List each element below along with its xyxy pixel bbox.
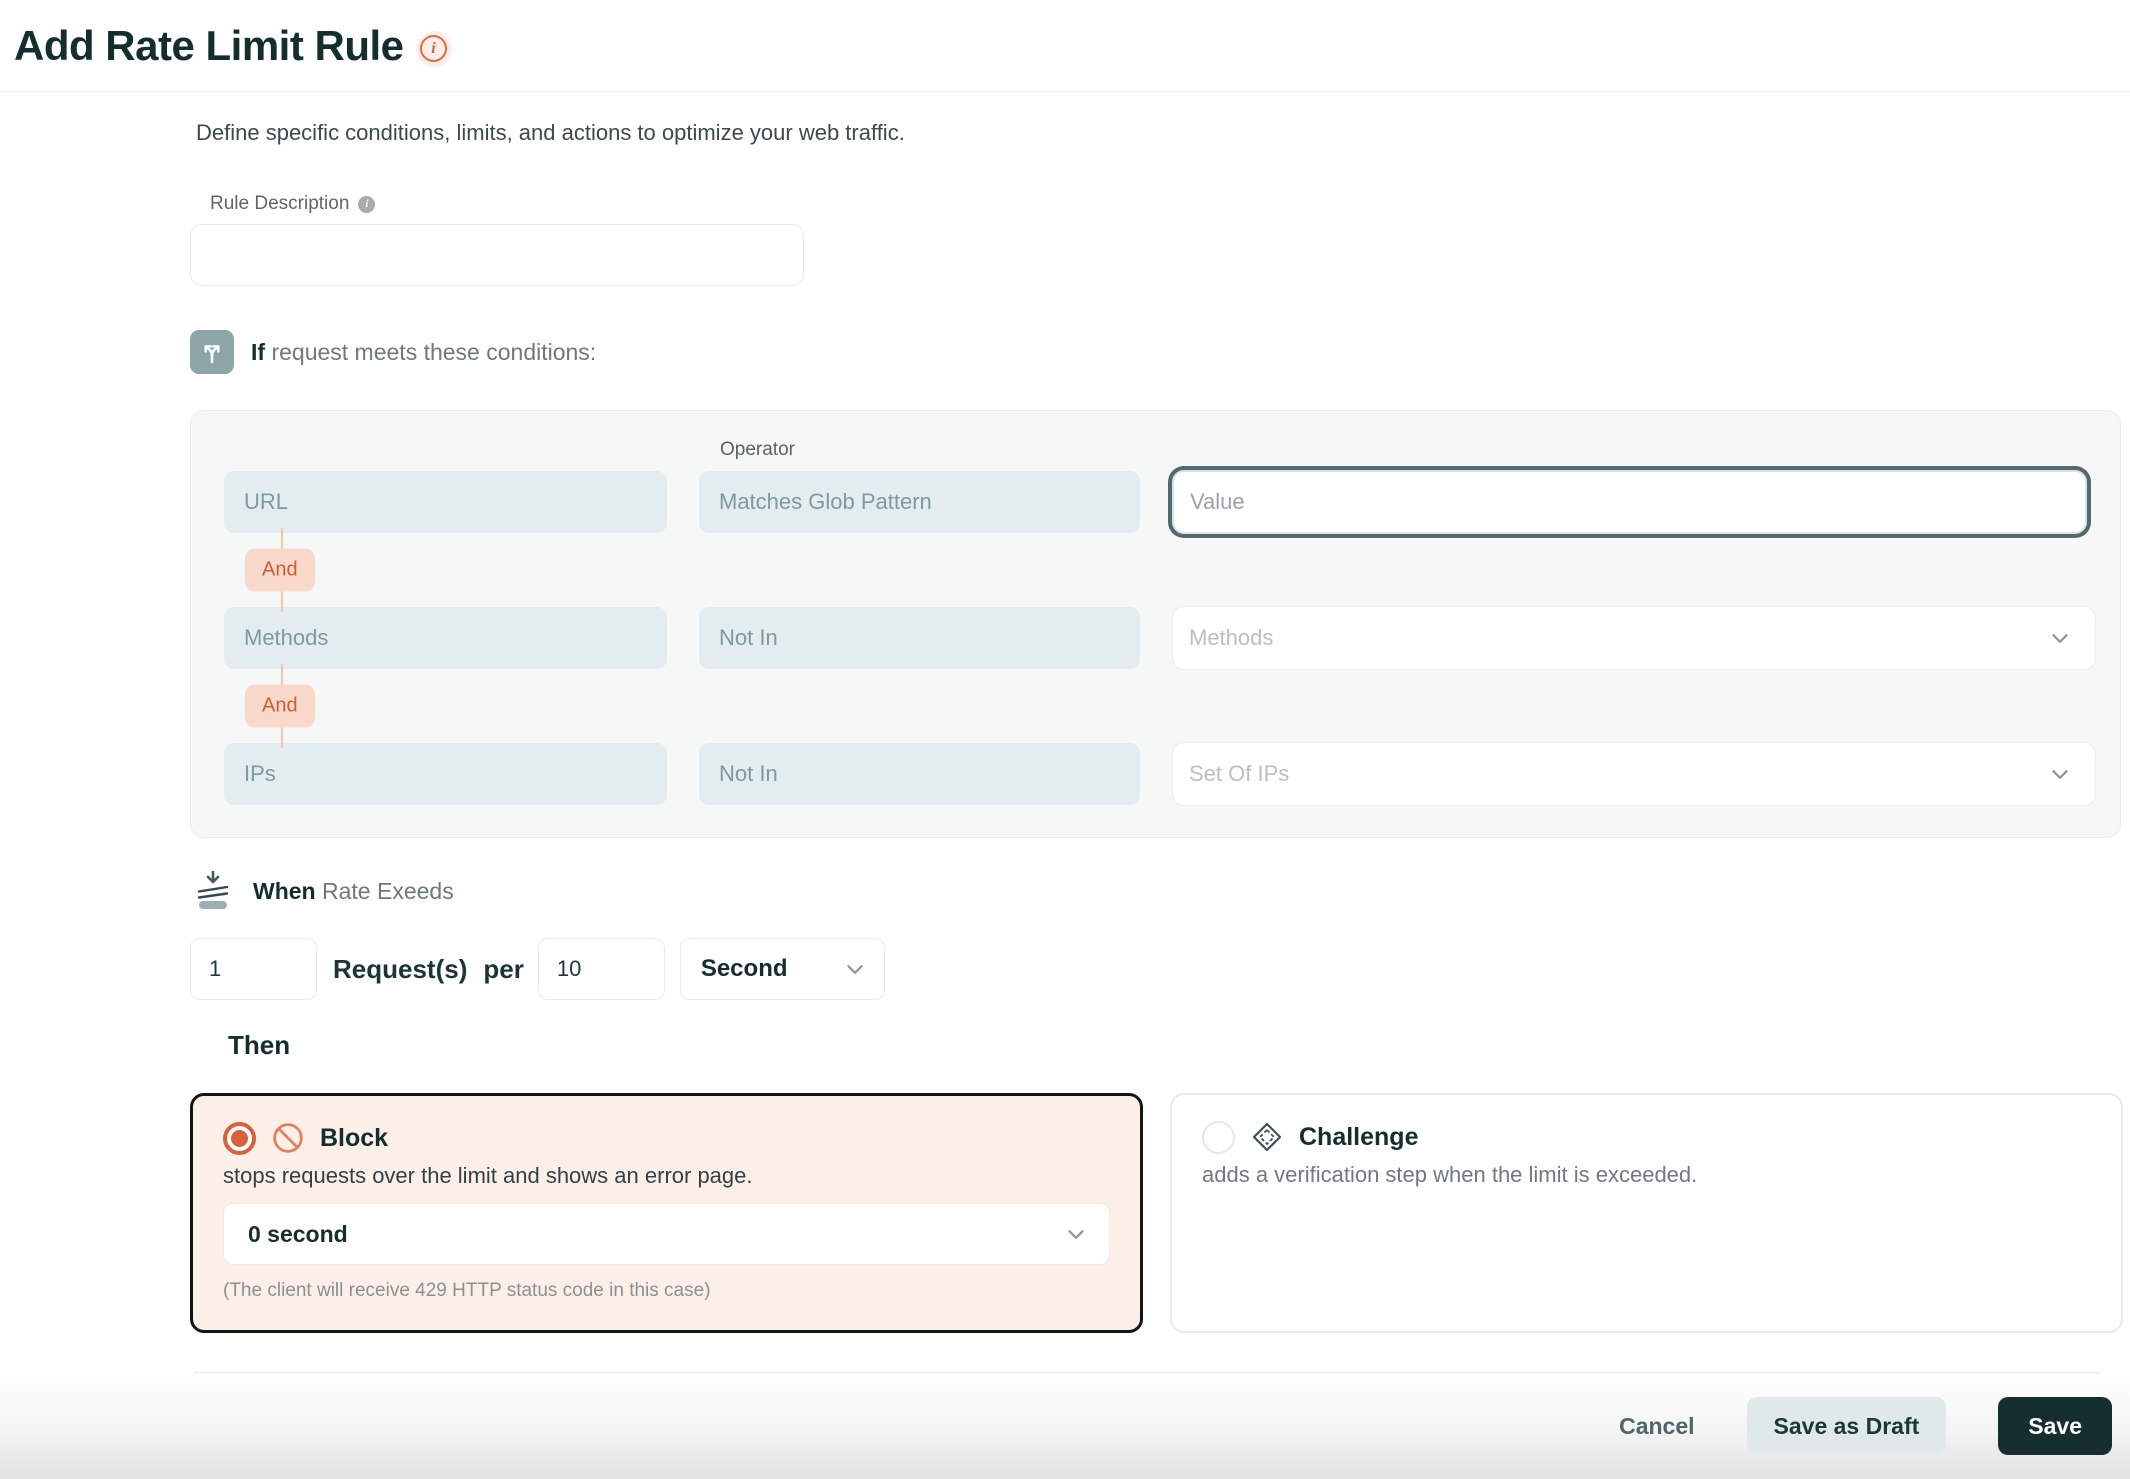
block-status-code-note: (The client will receive 429 HTTP status… bbox=[223, 1280, 711, 1301]
time-window-input[interactable] bbox=[537, 938, 665, 1000]
rule-description-input[interactable] bbox=[190, 224, 804, 286]
save-button[interactable]: Save bbox=[1998, 1397, 2112, 1455]
condition-value-select-ips[interactable]: Set Of IPs bbox=[1172, 742, 2096, 806]
condition-field-ips[interactable]: IPs bbox=[224, 743, 667, 805]
when-keyword: When bbox=[253, 877, 316, 904]
condition-connector: And bbox=[224, 664, 2096, 748]
block-option-name: Block bbox=[320, 1123, 389, 1152]
block-option-header: Block bbox=[223, 1121, 1110, 1155]
block-duration-select[interactable]: 0 second bbox=[223, 1203, 1110, 1265]
conditions-grid: URL Matches Glob Pattern And Methods Not… bbox=[224, 470, 2096, 806]
block-icon bbox=[273, 1123, 303, 1153]
chevron-down-icon bbox=[2052, 769, 2068, 779]
conditions-box: Operator URL Matches Glob Pattern And Me… bbox=[190, 410, 2121, 838]
intro-text: Define specific conditions, limits, and … bbox=[196, 120, 905, 145]
operator-column-label: Operator bbox=[720, 439, 795, 460]
challenge-option-name: Challenge bbox=[1299, 1122, 1419, 1151]
block-duration-value: 0 second bbox=[248, 1220, 348, 1247]
then-label: Then bbox=[228, 1030, 291, 1060]
rule-description-label: Rule Description bbox=[210, 193, 350, 214]
page-header: Add Rate Limit Rule i bbox=[0, 0, 2130, 92]
rate-config-row: Request(s) per Second bbox=[190, 938, 2130, 1000]
if-text: request meets these conditions: bbox=[271, 338, 597, 365]
and-badge[interactable]: And bbox=[245, 548, 315, 592]
condition-field-url[interactable]: URL bbox=[224, 471, 667, 533]
block-option-description: stops requests over the limit and shows … bbox=[223, 1163, 753, 1188]
if-section-header: If request meets these conditions: bbox=[190, 330, 2130, 374]
challenge-option-header: Challenge bbox=[1202, 1120, 2091, 1154]
per-label: per bbox=[483, 953, 524, 984]
requests-label: Request(s) bbox=[333, 953, 468, 984]
block-radio-selected[interactable] bbox=[223, 1121, 256, 1155]
when-text: Rate Exeeds bbox=[322, 877, 454, 904]
page-title: Add Rate Limit Rule bbox=[14, 21, 404, 69]
rule-description-info-icon[interactable]: i bbox=[358, 195, 376, 213]
condition-operator-ips[interactable]: Not In bbox=[699, 743, 1140, 805]
rule-description-label-row: Rule Description i bbox=[210, 193, 2130, 215]
challenge-captcha-icon bbox=[1252, 1122, 1282, 1152]
condition-value-input-url[interactable] bbox=[1172, 470, 2087, 534]
condition-operator-url[interactable]: Matches Glob Pattern bbox=[699, 471, 1140, 533]
chevron-down-icon bbox=[2052, 633, 2068, 643]
rate-stack-icon bbox=[190, 869, 236, 913]
save-as-draft-button[interactable]: Save as Draft bbox=[1746, 1397, 1947, 1455]
when-section-header: When Rate Exeeds bbox=[190, 869, 2130, 913]
condition-connector: And bbox=[224, 528, 2096, 612]
time-unit-select[interactable]: Second bbox=[679, 938, 885, 1000]
form-footer: Cancel Save as Draft Save bbox=[0, 1373, 2130, 1479]
condition-operator-methods[interactable]: Not In bbox=[699, 607, 1140, 669]
chevron-down-icon bbox=[1068, 1229, 1084, 1239]
block-option-card[interactable]: Block stops requests over the limit and … bbox=[190, 1093, 1143, 1333]
rule-form: Define specific conditions, limits, and … bbox=[0, 120, 2130, 1373]
challenge-option-card[interactable]: Challenge adds a verification step when … bbox=[1170, 1093, 2123, 1333]
challenge-option-description: adds a verification step when the limit … bbox=[1202, 1162, 1698, 1187]
branch-icon bbox=[190, 330, 234, 374]
and-badge[interactable]: And bbox=[245, 684, 315, 728]
challenge-radio-unselected[interactable] bbox=[1202, 1120, 1235, 1154]
time-unit-value: Second bbox=[700, 955, 788, 982]
condition-field-methods[interactable]: Methods bbox=[224, 607, 667, 669]
action-cards: Block stops requests over the limit and … bbox=[190, 1093, 2130, 1333]
if-keyword: If bbox=[251, 338, 266, 365]
condition-value-select-methods[interactable]: Methods bbox=[1172, 606, 2096, 670]
methods-select-placeholder: Methods bbox=[1189, 625, 1274, 650]
title-info-icon[interactable]: i bbox=[415, 30, 452, 67]
request-count-input[interactable] bbox=[190, 938, 317, 1000]
ips-select-placeholder: Set Of IPs bbox=[1189, 761, 1290, 786]
cancel-button[interactable]: Cancel bbox=[1619, 1413, 1694, 1440]
chevron-down-icon bbox=[847, 964, 863, 974]
